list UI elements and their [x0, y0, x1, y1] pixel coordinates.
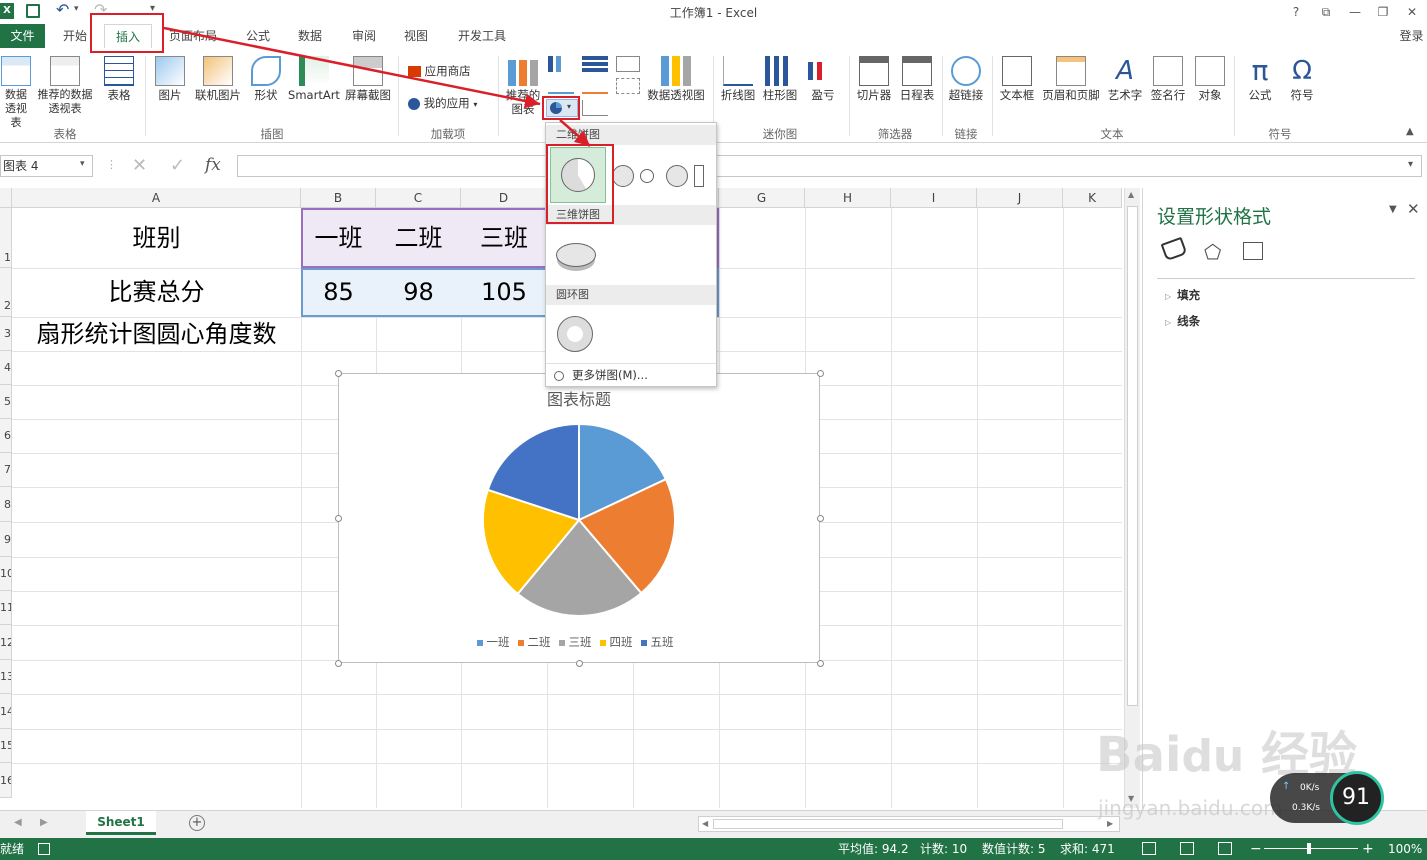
zoom-level[interactable]: 100% — [1388, 838, 1422, 860]
expand-icon: ▷ — [1165, 292, 1172, 301]
add-sheet-icon[interactable]: + — [189, 815, 205, 831]
speed-percent: 91 — [1342, 785, 1370, 810]
speed-up: 0K/s — [1300, 783, 1320, 793]
sheet-next-icon[interactable]: ▶ — [40, 817, 48, 828]
scroll-right-icon[interactable]: ▶ — [1107, 819, 1113, 828]
line-section[interactable]: ▷ 线条 — [1165, 313, 1200, 329]
zoom-slider[interactable] — [1264, 848, 1358, 849]
normal-view-icon[interactable] — [1142, 842, 1156, 855]
sheet-prev-icon[interactable]: ◀ — [14, 817, 22, 828]
zoom-out-icon[interactable]: − — [1250, 838, 1262, 860]
speed-down: 0.3K/s — [1292, 803, 1320, 813]
status-count: 计数: 10 — [920, 842, 968, 856]
expand-icon: ▷ — [1165, 318, 1172, 327]
upload-arrow-icon: ↑ — [1282, 781, 1291, 792]
status-ready: 就绪 — [0, 842, 25, 856]
zoom-slider-thumb[interactable] — [1307, 843, 1311, 854]
fill-section[interactable]: ▷ 填充 — [1165, 287, 1200, 303]
watermark-url: jingyan.baidu.com — [1098, 796, 1283, 820]
scroll-thumb[interactable] — [1127, 206, 1138, 706]
scroll-left-icon[interactable]: ◀ — [702, 819, 708, 828]
status-bar: 就绪 平均值: 94.2 计数: 10 数值计数: 5 求和: 471 − + … — [0, 838, 1427, 860]
pane-divider — [1157, 278, 1415, 279]
status-average: 平均值: 94.2 — [838, 842, 909, 856]
page-break-view-icon[interactable] — [1218, 842, 1232, 855]
pane-title: 设置形状格式 — [1157, 206, 1272, 228]
pane-options-icon[interactable]: ▼ — [1389, 204, 1397, 215]
horizontal-scrollbar[interactable]: ◀ ▶ — [698, 816, 1120, 832]
scroll-up-icon[interactable]: ▲ — [1128, 190, 1134, 199]
speed-widget: ↑ 0K/s 0.3K/s 91 — [1270, 771, 1384, 825]
line-section-label: 线条 — [1177, 314, 1201, 328]
fill-section-label: 填充 — [1177, 288, 1201, 302]
sheet-tab-sheet1[interactable]: Sheet1 — [86, 811, 156, 835]
arrow-to-pie-option — [559, 119, 591, 147]
arrow-to-pie-button — [163, 26, 541, 109]
zoom-in-icon[interactable]: + — [1362, 838, 1374, 860]
fill-line-icon[interactable] — [1160, 236, 1188, 262]
status-sum: 求和: 471 — [1060, 842, 1115, 856]
size-properties-icon[interactable] — [1243, 242, 1263, 260]
macro-record-icon[interactable] — [38, 843, 50, 855]
effects-icon[interactable]: ⬠ — [1204, 240, 1221, 264]
status-numeric-count: 数值计数: 5 — [982, 842, 1046, 856]
close-pane-icon[interactable]: ✕ — [1407, 200, 1420, 218]
page-layout-view-icon[interactable] — [1180, 842, 1194, 855]
h-scroll-thumb[interactable] — [713, 819, 1063, 829]
